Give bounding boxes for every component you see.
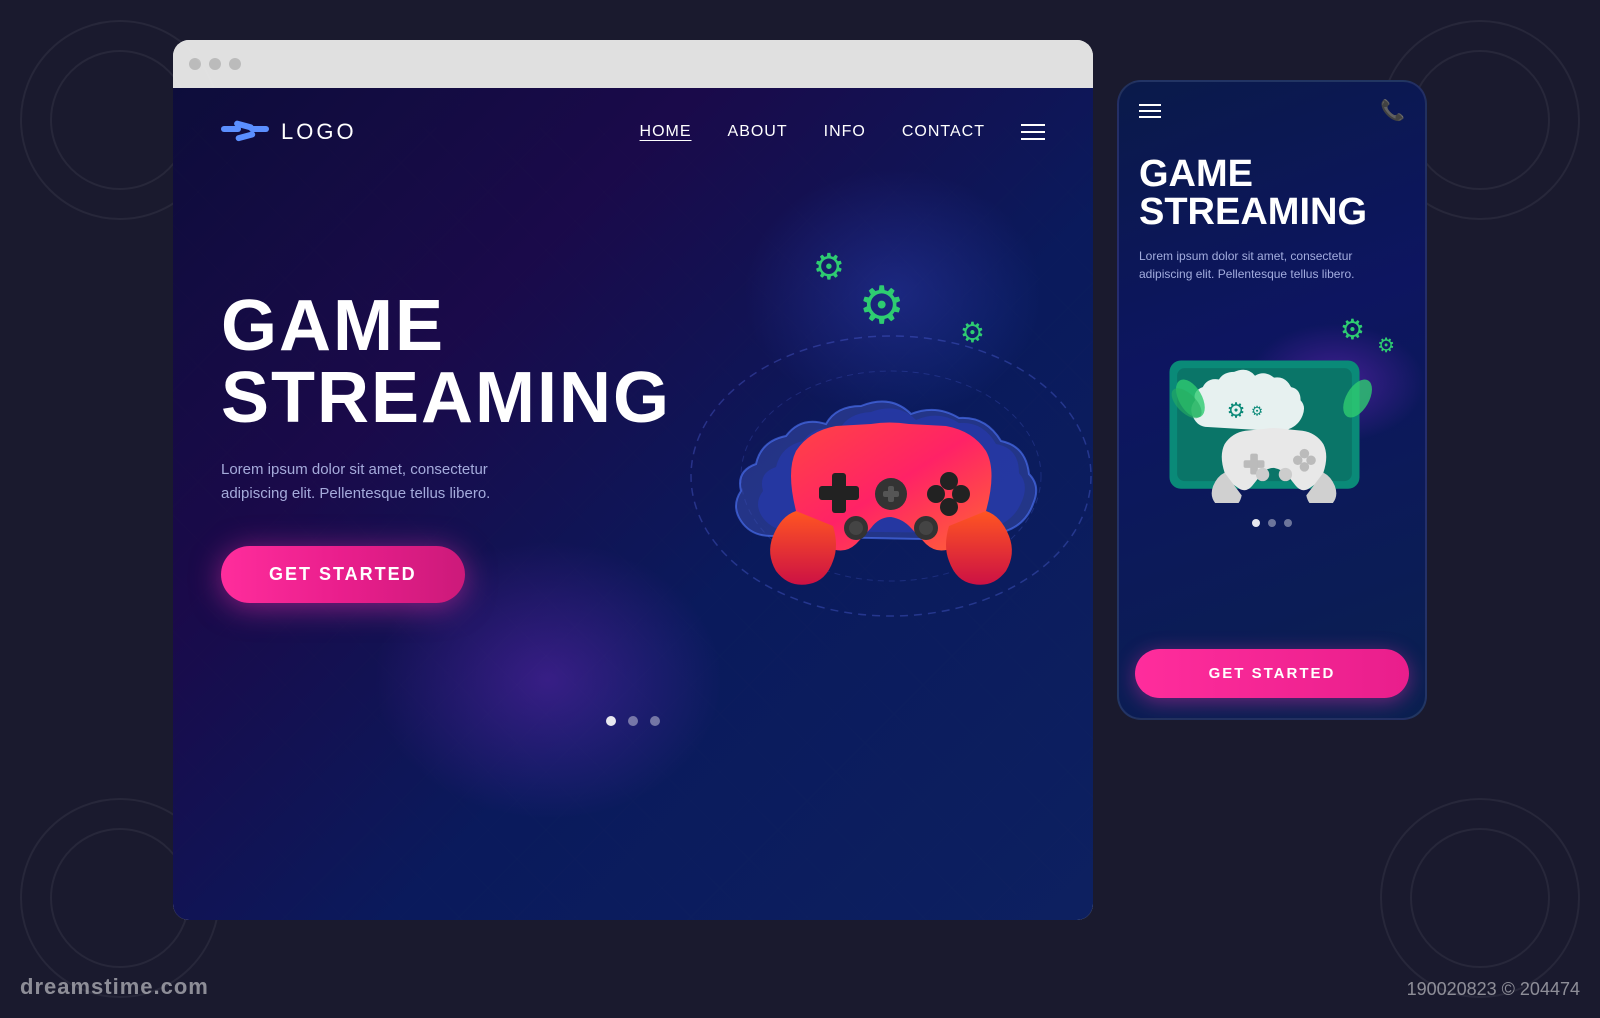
hero-left: GAME STREAMING Lorem ipsum dolor sit ame… bbox=[221, 290, 601, 603]
nav-info[interactable]: INFO bbox=[824, 123, 866, 141]
nav-home[interactable]: HOME bbox=[640, 123, 692, 141]
nav-about[interactable]: ABOUT bbox=[728, 123, 788, 141]
browser-titlebar bbox=[173, 40, 1093, 88]
mobile-dot-1[interactable] bbox=[1252, 519, 1260, 527]
mobile-dot-2[interactable] bbox=[1268, 519, 1276, 527]
main-container: LOGO HOME ABOUT INFO CONTACT GAME bbox=[0, 0, 1600, 1018]
browser-dot-1 bbox=[189, 58, 201, 70]
phone-icon: 📞 bbox=[1380, 98, 1405, 123]
mobile-dot-3[interactable] bbox=[1284, 519, 1292, 527]
mobile-hero-description: Lorem ipsum dolor sit amet, consectetur … bbox=[1139, 247, 1405, 283]
get-started-button[interactable]: GET STARTED bbox=[221, 546, 465, 603]
mobile-hamburger[interactable] bbox=[1139, 104, 1161, 118]
mobile-header: 📞 bbox=[1119, 82, 1425, 139]
pagination-dot-2[interactable] bbox=[628, 716, 638, 726]
mobile-hero-title: GAME STREAMING bbox=[1139, 155, 1405, 231]
hero-title: GAME STREAMING bbox=[221, 290, 601, 434]
mobile-pagination bbox=[1139, 519, 1405, 527]
logo-text: LOGO bbox=[281, 119, 357, 145]
nav-hamburger[interactable] bbox=[1021, 124, 1045, 140]
desktop-nav: LOGO HOME ABOUT INFO CONTACT bbox=[173, 88, 1093, 176]
pagination-dot-1[interactable] bbox=[606, 716, 616, 726]
nav-contact[interactable]: CONTACT bbox=[902, 123, 985, 141]
hero-description: Lorem ipsum dolor sit amet, consectetur … bbox=[221, 458, 541, 506]
hero-illustration: ⚙ ⚙ ⚙ bbox=[641, 236, 1045, 656]
mobile-mockup: 📞 GAME STREAMING Lorem ipsum dolor sit a… bbox=[1117, 80, 1427, 720]
cloud-controller-illustration bbox=[641, 276, 1093, 656]
browser-mockup: LOGO HOME ABOUT INFO CONTACT GAME bbox=[173, 40, 1093, 920]
mobile-content: GAME STREAMING Lorem ipsum dolor sit ame… bbox=[1119, 139, 1425, 649]
browser-content: LOGO HOME ABOUT INFO CONTACT GAME bbox=[173, 88, 1093, 920]
hero-section: GAME STREAMING Lorem ipsum dolor sit ame… bbox=[173, 176, 1093, 696]
svg-text:⚙: ⚙ bbox=[1227, 400, 1246, 423]
pagination-dots bbox=[173, 696, 1093, 746]
browser-dot-3 bbox=[229, 58, 241, 70]
mobile-get-started-button[interactable]: GET STARTED bbox=[1135, 649, 1409, 698]
mobile-cta-area: GET STARTED bbox=[1119, 649, 1425, 718]
browser-dot-2 bbox=[209, 58, 221, 70]
svg-text:⚙: ⚙ bbox=[1251, 404, 1263, 419]
logo-area: LOGO bbox=[221, 116, 357, 148]
pagination-dot-3[interactable] bbox=[650, 716, 660, 726]
mobile-cloud-controller-illustration: ⚙ ⚙ bbox=[1139, 313, 1409, 503]
logo-icon bbox=[221, 116, 269, 148]
nav-links: HOME ABOUT INFO CONTACT bbox=[640, 123, 1045, 141]
mobile-illustration: ⚙ ⚙ ⚙ ⚙ bbox=[1139, 303, 1405, 503]
